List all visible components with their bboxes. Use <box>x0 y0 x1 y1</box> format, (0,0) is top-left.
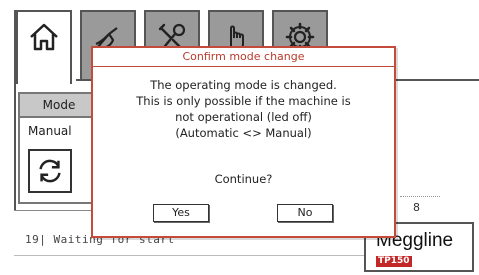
no-button[interactable]: No <box>277 204 333 222</box>
dotted-line <box>400 196 440 198</box>
refresh-icon <box>39 159 61 183</box>
left-border <box>14 10 16 210</box>
dialog-message-line-4: (Automatic <> Manual) <box>175 126 312 140</box>
dialog-title: Confirm mode change <box>182 50 305 63</box>
mode-header: Mode <box>20 94 98 118</box>
dialog-question: Continue? <box>214 172 273 186</box>
dialog-title-divider <box>93 66 394 67</box>
confirm-dialog: Confirm mode change The operating mode i… <box>91 46 396 238</box>
hmi-screen: Mode Manual 8 19| Waiting for start Megg… <box>0 0 479 275</box>
dialog-message-line-1: The operating mode is changed. <box>150 78 337 92</box>
counter-digit: 8 <box>413 201 420 214</box>
mode-panel: Mode Manual <box>18 92 100 204</box>
mode-toggle-button[interactable] <box>28 149 72 193</box>
home-icon <box>30 23 58 51</box>
dialog-message-line-3: not operational (led off) <box>175 110 312 124</box>
mode-value: Manual <box>28 124 72 138</box>
dialog-message-line-2: This is only possible if the machine is <box>136 94 351 108</box>
tab-home[interactable] <box>16 10 72 84</box>
yes-button[interactable]: Yes <box>153 204 209 222</box>
bottom-line <box>14 255 364 256</box>
logo-model: TP150 <box>376 256 412 267</box>
